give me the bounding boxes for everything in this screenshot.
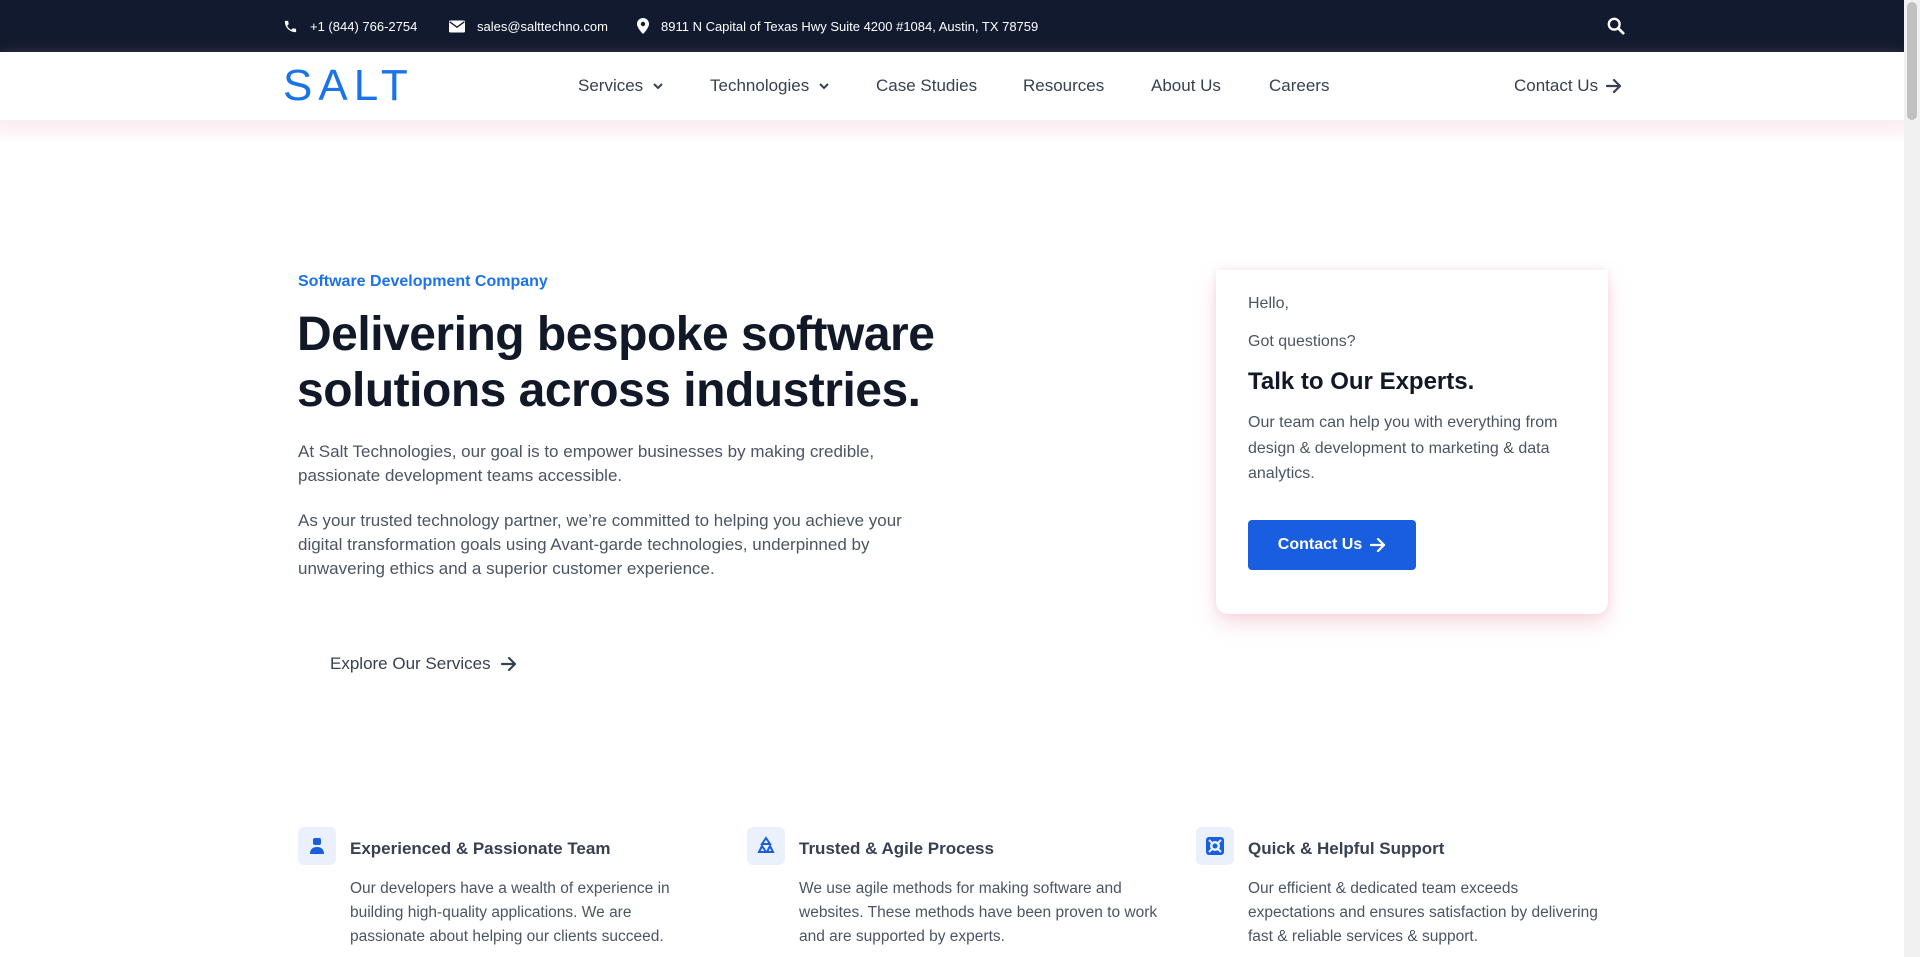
card-description: Our team can help you with everything fr… (1248, 414, 1558, 482)
nav-contact-label: Contact Us (1514, 76, 1599, 95)
chevron-down-icon (653, 82, 663, 89)
nav-contact-us[interactable]: Contact Us (1514, 52, 1622, 120)
feature-title: Trusted & Agile Process (799, 839, 994, 858)
nav-services-label: Services (578, 76, 644, 95)
feature-description: Our developers have a wealth of experien… (350, 880, 670, 945)
search-icon (1607, 17, 1625, 35)
feature-title: Quick & Helpful Support (1248, 839, 1445, 858)
team-member-icon (298, 827, 336, 865)
phone-number: +1 (844) 766-2754 (310, 18, 418, 34)
hero-eyebrow: Software Development Company (298, 273, 548, 290)
scrollbar-thumb[interactable] (1907, 2, 1917, 120)
email-link[interactable]: sales@salttechno.com (449, 0, 608, 52)
feature-title: Experienced & Passionate Team (350, 839, 611, 858)
card-title: Talk to Our Experts. (1248, 368, 1475, 395)
location-pin-icon (637, 18, 649, 34)
card-question: Got questions? (1248, 333, 1356, 350)
card-contact-label: Contact Us (1277, 536, 1363, 553)
office-address: 8911 N Capital of Texas Hwy Suite 4200 #… (661, 18, 1039, 34)
page-scrollbar[interactable] (1904, 0, 1920, 957)
support-lifebuoy-icon (1196, 827, 1234, 865)
arrow-right-icon (1606, 79, 1622, 93)
arrow-right-icon (500, 657, 516, 671)
nav-case-studies[interactable]: Case Studies (876, 52, 977, 120)
hero-headline: Delivering bespoke software solutions ac… (297, 308, 935, 417)
nav-careers[interactable]: Careers (1269, 52, 1329, 120)
salt-logo[interactable]: SALT (283, 62, 414, 110)
phone-link[interactable]: +1 (844) 766-2754 (283, 0, 417, 52)
address-link[interactable]: 8911 N Capital of Texas Hwy Suite 4200 #… (637, 0, 1038, 52)
nav-shadow-decoration (0, 120, 1904, 144)
nav-technologies[interactable]: Technologies (710, 52, 829, 120)
explore-services-label: Explore Our Services (330, 654, 491, 673)
main-navigation: SALT Services Technologies Case Studies … (0, 52, 1904, 120)
card-contact-button[interactable]: Contact Us (1248, 520, 1416, 570)
nav-services[interactable]: Services (578, 52, 663, 120)
chevron-down-icon (819, 82, 829, 89)
talk-to-experts-card: Hello, Got questions? Talk to Our Expert… (1216, 270, 1608, 614)
hero-paragraph-2: As your trusted technology partner, we’r… (298, 511, 902, 578)
feature-description: We use agile methods for making software… (799, 880, 1158, 945)
card-greeting: Hello, (1248, 295, 1289, 312)
nav-about-us[interactable]: About Us (1151, 52, 1221, 120)
email-address: sales@salttechno.com (477, 18, 608, 34)
feature-description: Our efficient & dedicated team exceeds e… (1248, 880, 1598, 945)
mail-icon (449, 20, 465, 32)
search-button[interactable] (1605, 15, 1627, 37)
top-contact-bar: +1 (844) 766-2754 sales@salttechno.com 8… (0, 0, 1904, 52)
explore-services-link[interactable]: Explore Our Services (330, 651, 517, 677)
phone-icon (284, 20, 297, 32)
recycle-process-icon (747, 827, 785, 865)
hero-paragraph-1: At Salt Technologies, our goal is to emp… (298, 442, 875, 485)
nav-technologies-label: Technologies (710, 76, 810, 95)
nav-resources[interactable]: Resources (1023, 52, 1104, 120)
arrow-right-icon (1370, 538, 1386, 552)
